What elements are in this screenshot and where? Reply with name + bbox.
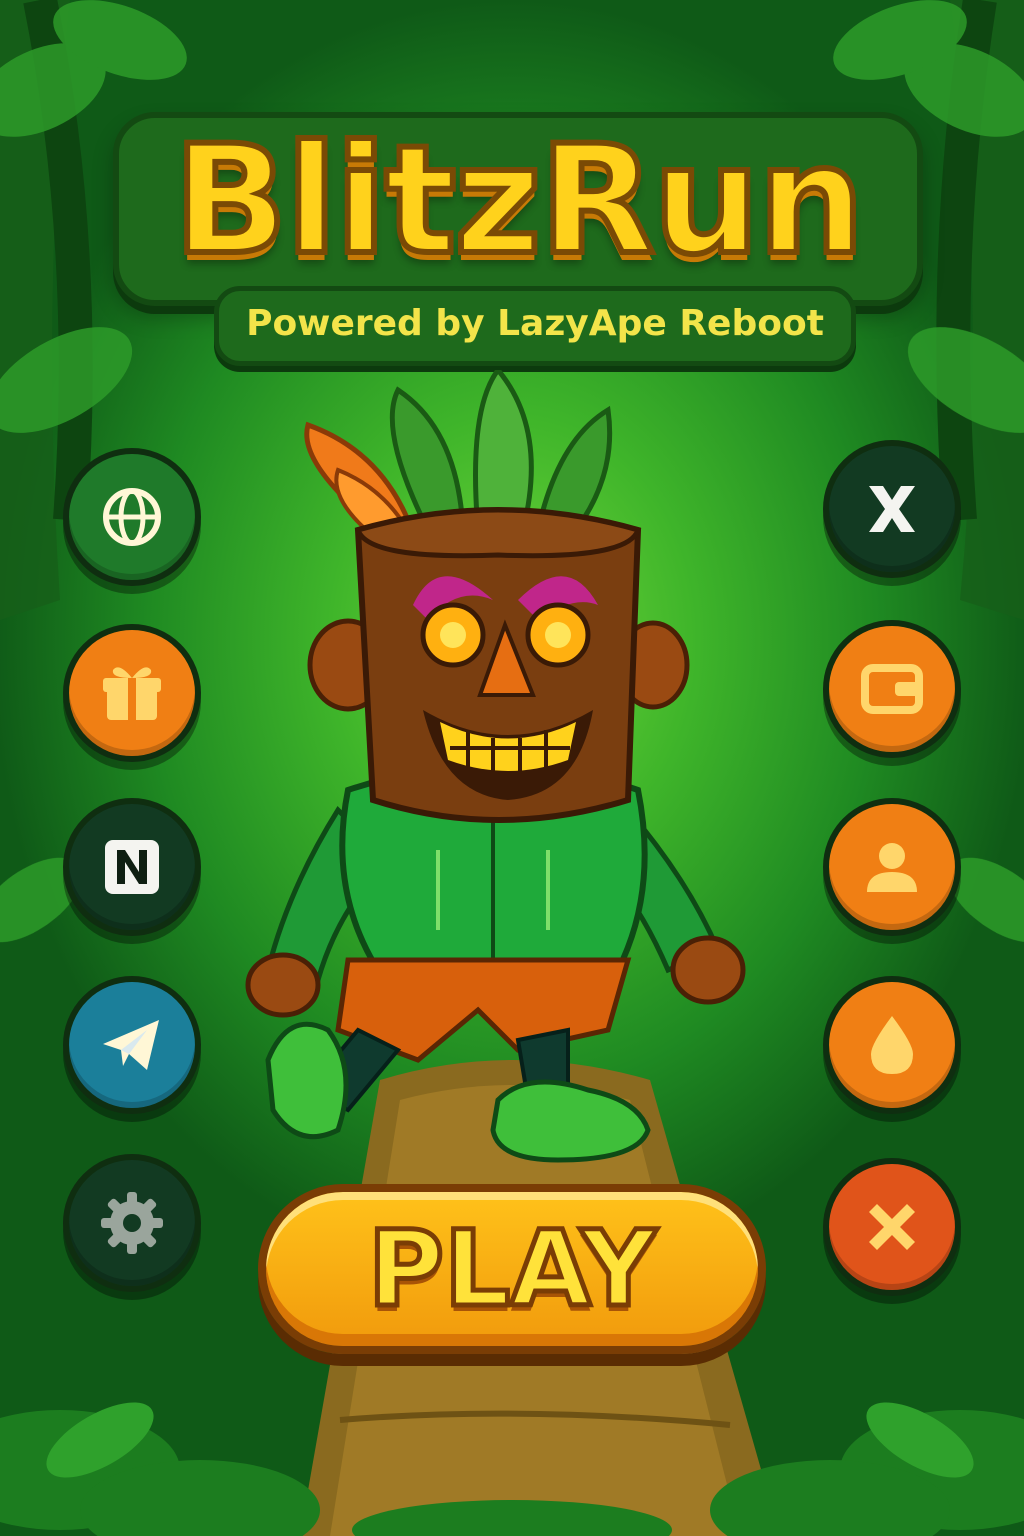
wallet-button[interactable] [823, 620, 961, 758]
close-button[interactable] [823, 1158, 961, 1296]
play-label: PLAY [365, 1206, 658, 1333]
x-logo-icon [869, 486, 915, 532]
game-title: BlitzRun [170, 111, 867, 291]
website-button[interactable] [63, 448, 201, 586]
user-icon [867, 843, 917, 892]
drop-button[interactable] [823, 976, 961, 1114]
gift-button[interactable] [63, 624, 201, 762]
play-button[interactable]: PLAY [258, 1184, 766, 1354]
n-logo-icon [105, 840, 159, 894]
n-link-button[interactable] [63, 798, 201, 936]
x-social-button[interactable] [823, 440, 961, 578]
game-subtitle: Powered by LazyApe Reboot [246, 302, 824, 344]
globe-icon [103, 488, 161, 546]
game-screen: BlitzRun Powered by LazyApe Reboot PLAY [0, 0, 1024, 1536]
close-icon [869, 1204, 915, 1250]
wallet-icon [861, 664, 923, 714]
tiki-runner-character [245, 370, 746, 1163]
gift-icon [103, 667, 161, 720]
drop-icon [871, 1016, 913, 1074]
profile-button[interactable] [823, 798, 961, 936]
settings-button[interactable] [63, 1154, 201, 1292]
telegram-icon [103, 1020, 159, 1070]
telegram-button[interactable] [63, 976, 201, 1114]
gear-icon [101, 1192, 163, 1254]
